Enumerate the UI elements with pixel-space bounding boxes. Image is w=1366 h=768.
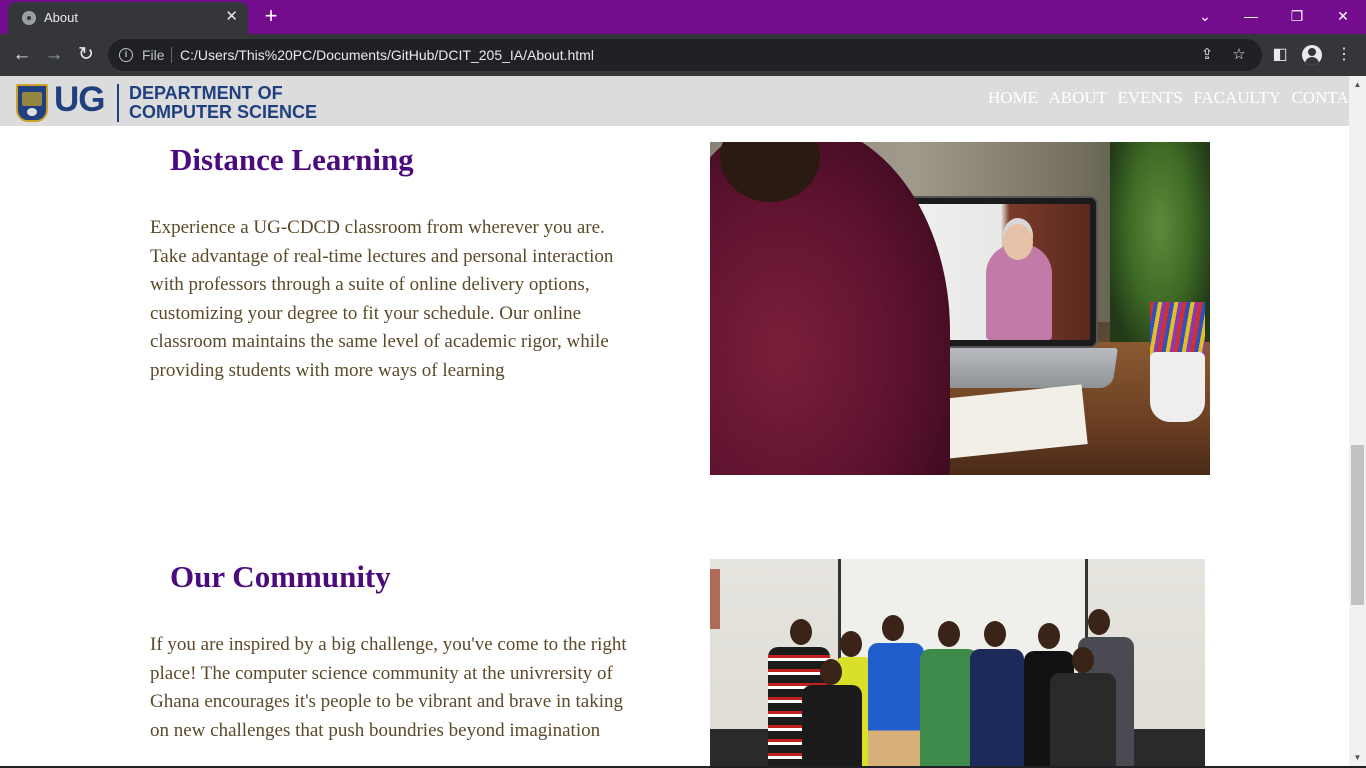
scroll-down-arrow-icon[interactable]: ▼ — [1349, 749, 1366, 766]
page-scrollbar[interactable]: ▲ ▼ — [1349, 76, 1366, 766]
our-community-text: If you are inspired by a big challenge, … — [150, 634, 627, 741]
tab-search-dropdown-icon[interactable]: ⌄ — [1182, 5, 1228, 29]
address-bar[interactable]: i File C:/Users/This%20PC/Documents/GitH… — [108, 39, 1262, 71]
forward-button[interactable]: → — [42, 43, 66, 67]
distance-learning-text: Experience a UG-CDCD classroom from wher… — [150, 217, 614, 381]
logo-department-text[interactable]: DEPARTMENT OF COMPUTER SCIENCE — [129, 84, 317, 122]
distance-learning-photo — [710, 142, 1210, 475]
profile-icon[interactable] — [1302, 45, 1322, 65]
distance-learning-heading: Distance Learning — [170, 142, 414, 177]
browser-tab[interactable]: About ✕ — [8, 2, 248, 34]
logo-divider — [117, 84, 119, 122]
logo-ug-text[interactable]: UG — [54, 80, 105, 120]
browser-toolbar: ← → ↻ i File C:/Users/This%20PC/Document… — [0, 34, 1366, 76]
nav-link-home[interactable]: HOME — [988, 88, 1038, 107]
info-icon[interactable]: i — [119, 48, 133, 62]
tab-title: About — [44, 10, 78, 25]
reload-button[interactable]: ↻ — [74, 43, 98, 67]
minimize-button[interactable]: — — [1228, 5, 1274, 29]
side-panel-icon[interactable]: ◧ — [1270, 45, 1290, 65]
nav-link-contact[interactable]: CONTACT — [1291, 88, 1349, 107]
back-button[interactable]: ← — [10, 43, 34, 67]
scroll-up-arrow-icon[interactable]: ▲ — [1349, 76, 1366, 93]
url-text[interactable]: C:/Users/This%20PC/Documents/GitHub/DCIT… — [180, 47, 594, 63]
community-group-photo — [710, 559, 1205, 766]
logo-dept-line1: DEPARTMENT OF — [129, 83, 283, 103]
tab-close-icon[interactable]: ✕ — [225, 8, 238, 26]
site-header: UG DEPARTMENT OF COMPUTER SCIENCE HOME A… — [0, 76, 1349, 126]
nav-link-faculty[interactable]: FACAULTY — [1193, 88, 1281, 107]
nav-link-events[interactable]: EVENTS — [1118, 88, 1183, 107]
globe-icon — [22, 11, 36, 25]
tab-strip: About ✕ + ⌄ — ❐ ✕ — [0, 0, 1366, 34]
ug-crest-logo[interactable] — [16, 84, 48, 122]
menu-icon[interactable]: ⋮ — [1334, 45, 1354, 65]
restore-button[interactable]: ❐ — [1274, 5, 1320, 29]
file-scheme-label: File — [142, 47, 165, 63]
share-icon[interactable]: ⇪ — [1198, 46, 1216, 64]
scrollbar-thumb[interactable] — [1351, 445, 1364, 605]
nav-link-about[interactable]: ABOUT — [1049, 88, 1108, 107]
logo-dept-line2: COMPUTER SCIENCE — [129, 102, 318, 122]
page-viewport: UG DEPARTMENT OF COMPUTER SCIENCE HOME A… — [0, 76, 1349, 766]
omnibox-divider — [171, 47, 172, 63]
new-tab-button[interactable]: + — [259, 4, 283, 28]
our-community-heading: Our Community — [170, 559, 391, 594]
bookmark-star-icon[interactable]: ☆ — [1230, 46, 1248, 64]
main-nav: HOME ABOUT EVENTS FACAULTY CONTACT — [988, 88, 1349, 108]
close-window-button[interactable]: ✕ — [1320, 5, 1366, 29]
